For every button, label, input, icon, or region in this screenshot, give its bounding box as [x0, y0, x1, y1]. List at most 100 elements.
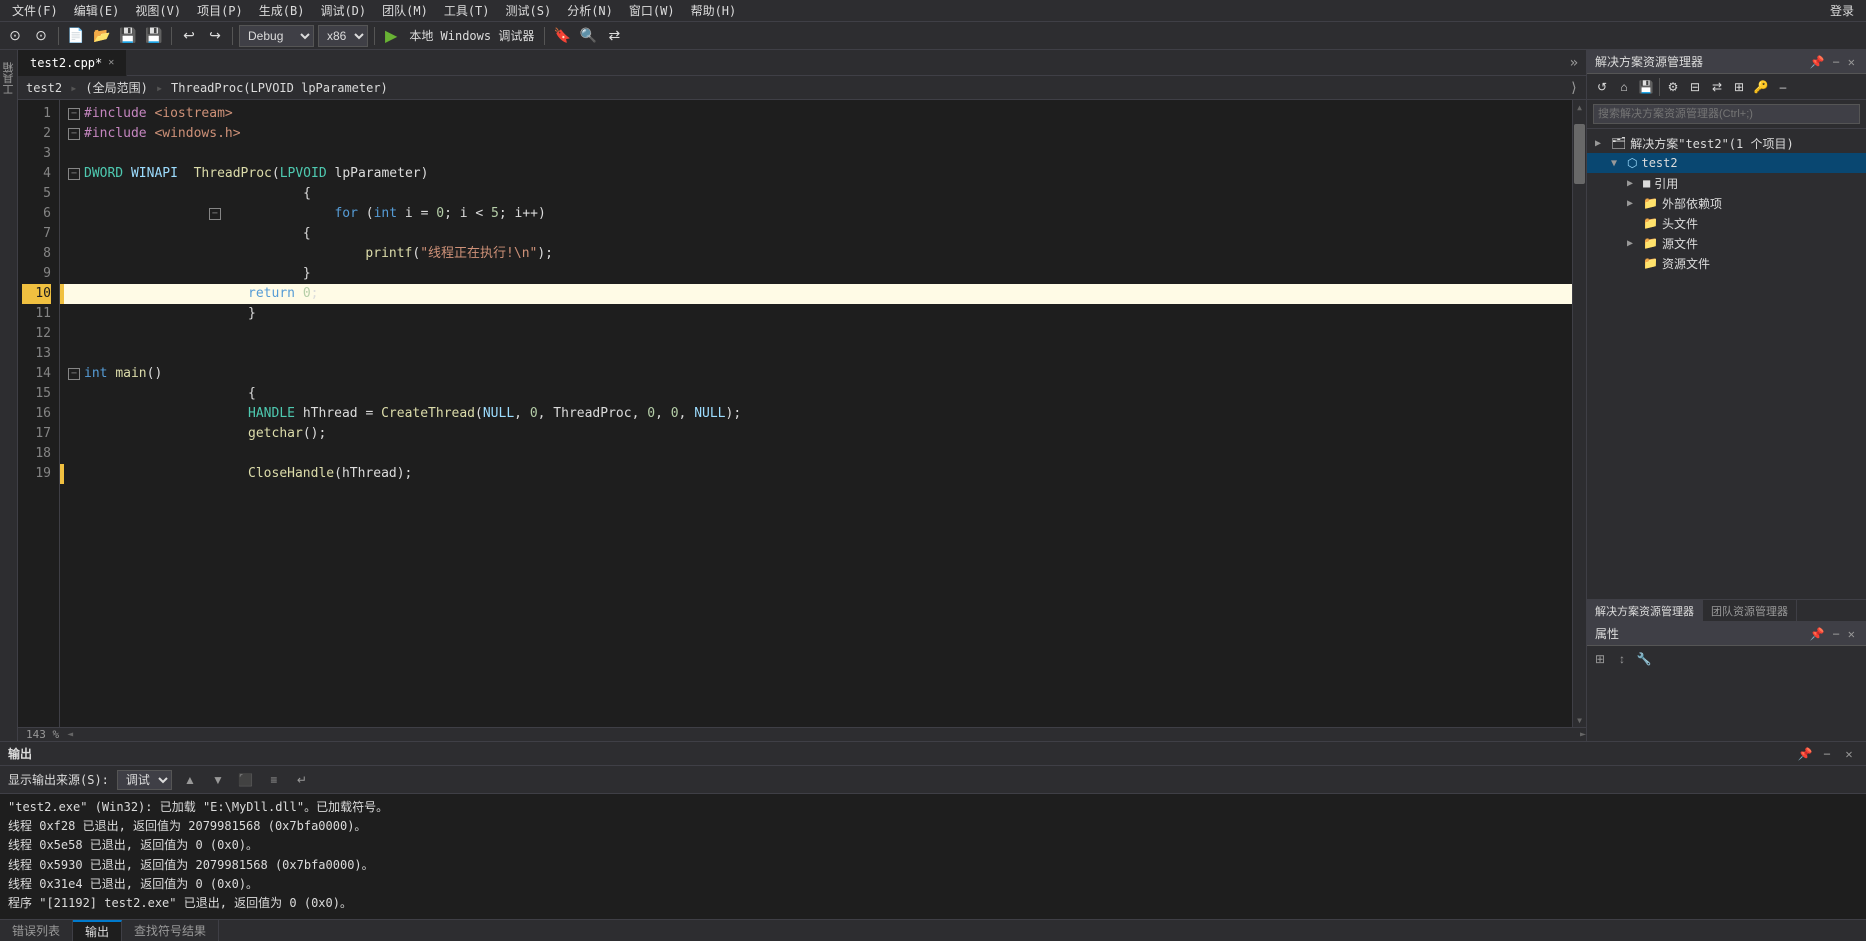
- breadcrumb-scroll-button[interactable]: ⟩: [1570, 80, 1578, 96]
- se-minimize-button[interactable]: −: [1830, 55, 1843, 69]
- login-button[interactable]: 登录: [1822, 0, 1862, 21]
- se-close-button[interactable]: ✕: [1845, 55, 1858, 69]
- scroll-up-arrow[interactable]: ▲: [1573, 100, 1586, 114]
- code-line-2: − #include <windows.h>: [60, 124, 1572, 144]
- solution-root-icon: 🗂: [1611, 136, 1626, 150]
- forward-button[interactable]: ⊙: [30, 25, 52, 47]
- output-tab-output[interactable]: 输出: [73, 920, 122, 941]
- breadcrumb-scope[interactable]: (全局范围): [85, 79, 147, 96]
- tab-close-button[interactable]: ✕: [108, 57, 114, 68]
- menu-build[interactable]: 生成(B): [251, 0, 313, 21]
- config-dropdown[interactable]: Debug Release: [239, 25, 314, 47]
- tree-references[interactable]: ▶ ■ 引用: [1587, 173, 1866, 193]
- menu-debug[interactable]: 调试(D): [312, 0, 374, 21]
- se-settings-button[interactable]: ⚙: [1662, 76, 1684, 98]
- code-line-10: return 0;: [60, 284, 1572, 304]
- find-button[interactable]: 🔍: [577, 25, 599, 47]
- scroll-thumb[interactable]: [1574, 124, 1585, 184]
- tree-external-deps[interactable]: ▶ 📁 外部依赖项: [1587, 193, 1866, 213]
- output-up-button[interactable]: ▲: [180, 770, 200, 790]
- menu-team[interactable]: 团队(M): [374, 0, 436, 21]
- se-properties-button[interactable]: 🔑: [1750, 76, 1772, 98]
- menu-test[interactable]: 测试(S): [498, 0, 560, 21]
- output-wrap-button[interactable]: ↵: [292, 770, 312, 790]
- toolbar-sep-3: [232, 27, 233, 45]
- se-home-button[interactable]: ⌂: [1613, 76, 1635, 98]
- output-stop-button[interactable]: ⬛: [236, 770, 256, 790]
- platform-dropdown[interactable]: x86 x64: [318, 25, 368, 47]
- breadcrumb-function[interactable]: ThreadProc(LPVOID lpParameter): [171, 81, 388, 95]
- se-filter-button[interactable]: ⊟: [1684, 76, 1706, 98]
- redo-button[interactable]: ↪: [204, 25, 226, 47]
- save-button[interactable]: 💾: [117, 25, 139, 47]
- line-bookmark-19: [60, 464, 64, 484]
- line-num-13: 13: [22, 344, 51, 364]
- menu-project[interactable]: 项目(P): [189, 0, 251, 21]
- menu-view[interactable]: 视图(V): [127, 0, 189, 21]
- collapse-2[interactable]: −: [68, 128, 80, 140]
- se-sync-button[interactable]: ⇄: [1706, 76, 1728, 98]
- output-tab-find-symbols[interactable]: 查找符号结果: [122, 920, 219, 941]
- tree-resources[interactable]: ▶ 📁 资源文件: [1587, 253, 1866, 273]
- menu-edit[interactable]: 编辑(E): [66, 0, 128, 21]
- se-tab-team-explorer[interactable]: 团队资源管理器: [1703, 600, 1797, 621]
- line-num-11: 11: [22, 304, 51, 324]
- output-tab-errors[interactable]: 错误列表: [0, 920, 73, 941]
- tab-overflow-button[interactable]: »: [1562, 55, 1586, 71]
- se-save-button[interactable]: 💾: [1635, 76, 1657, 98]
- tree-solution-root[interactable]: ▶ 🗂 解决方案"test2"(1 个项目): [1587, 133, 1866, 153]
- se-refresh-button[interactable]: ↺: [1591, 76, 1613, 98]
- new-file-button[interactable]: 📄: [65, 25, 87, 47]
- output-close-button[interactable]: ✕: [1840, 745, 1858, 763]
- solution-search-input[interactable]: [1593, 104, 1860, 124]
- tab-test2cpp[interactable]: test2.cpp* ✕: [18, 50, 127, 76]
- prop-grid-button[interactable]: ⊞: [1591, 650, 1609, 668]
- toolbar-sep-2: [171, 27, 172, 45]
- output-clear-button[interactable]: ≡: [264, 770, 284, 790]
- prop-sort-button[interactable]: ↕: [1613, 650, 1631, 668]
- output-source-select[interactable]: 调试 生成: [117, 770, 172, 790]
- breadcrumb-sep-2: ▸: [156, 81, 163, 95]
- replace-button[interactable]: ⇄: [603, 25, 625, 47]
- menu-help[interactable]: 帮助(H): [683, 0, 745, 21]
- tree-headers[interactable]: ▶ 📁 头文件: [1587, 213, 1866, 233]
- scroll-down-arrow[interactable]: ▼: [1573, 713, 1586, 727]
- toolbar: ⊙ ⊙ 📄 📂 💾 💾 ↩ ↪ Debug Release x86 x64 ▶ …: [0, 22, 1866, 50]
- se-close-button2[interactable]: –: [1772, 76, 1794, 98]
- run-button[interactable]: ▶: [381, 26, 401, 46]
- scroll-track[interactable]: [1573, 114, 1586, 713]
- tree-source-files[interactable]: ▶ 📁 源文件: [1587, 233, 1866, 253]
- undo-button[interactable]: ↩: [178, 25, 200, 47]
- menu-analyze[interactable]: 分析(N): [559, 0, 621, 21]
- h-scroll-track[interactable]: [73, 728, 1580, 742]
- h-scrollbar[interactable]: 143 % ◄ ►: [18, 727, 1586, 741]
- line-num-5: 5: [22, 184, 51, 204]
- output-down-button[interactable]: ▼: [208, 770, 228, 790]
- vertical-scrollbar[interactable]: ▲ ▼: [1572, 100, 1586, 727]
- collapse-1[interactable]: −: [68, 108, 80, 120]
- menu-tools[interactable]: 工具(T): [436, 0, 498, 21]
- prop-wrench-button[interactable]: 🔧: [1635, 650, 1653, 668]
- tree-project[interactable]: ▼ ⬡ test2: [1587, 153, 1866, 173]
- save-all-button[interactable]: 💾: [143, 25, 165, 47]
- output-minimize-button[interactable]: −: [1818, 745, 1836, 763]
- se-tab-solution-explorer[interactable]: 解决方案资源管理器: [1587, 600, 1703, 621]
- breadcrumb-file[interactable]: test2: [26, 81, 62, 95]
- prop-pin-button[interactable]: 📌: [1807, 627, 1828, 641]
- menu-window[interactable]: 窗口(W): [621, 0, 683, 21]
- code-area[interactable]: − #include <iostream> − #include <window…: [60, 100, 1572, 727]
- se-collapse-all-button[interactable]: ⊞: [1728, 76, 1750, 98]
- prop-close-button[interactable]: ✕: [1845, 627, 1858, 641]
- bookmark-button[interactable]: 🔖: [551, 25, 573, 47]
- back-button[interactable]: ⊙: [4, 25, 26, 47]
- sidebar-tab-toolbox[interactable]: 工具箱: [0, 54, 19, 103]
- se-pin-button[interactable]: 📌: [1807, 55, 1828, 69]
- output-tabs-bar: 错误列表 输出 查找符号结果: [0, 919, 1866, 941]
- output-pin-button[interactable]: 📌: [1796, 745, 1814, 763]
- solution-tree: ▶ 🗂 解决方案"test2"(1 个项目) ▼ ⬡ test2 ▶ ■ 引用: [1587, 129, 1866, 599]
- line-num-8: 8: [22, 244, 51, 264]
- prop-minimize-button[interactable]: −: [1830, 627, 1843, 641]
- open-button[interactable]: 📂: [91, 25, 113, 47]
- menu-file[interactable]: 文件(F): [4, 0, 66, 21]
- editor-container[interactable]: 1 2 3 4 5 6 7 8 9 10 11 12 13 14 15 16 1…: [18, 100, 1586, 727]
